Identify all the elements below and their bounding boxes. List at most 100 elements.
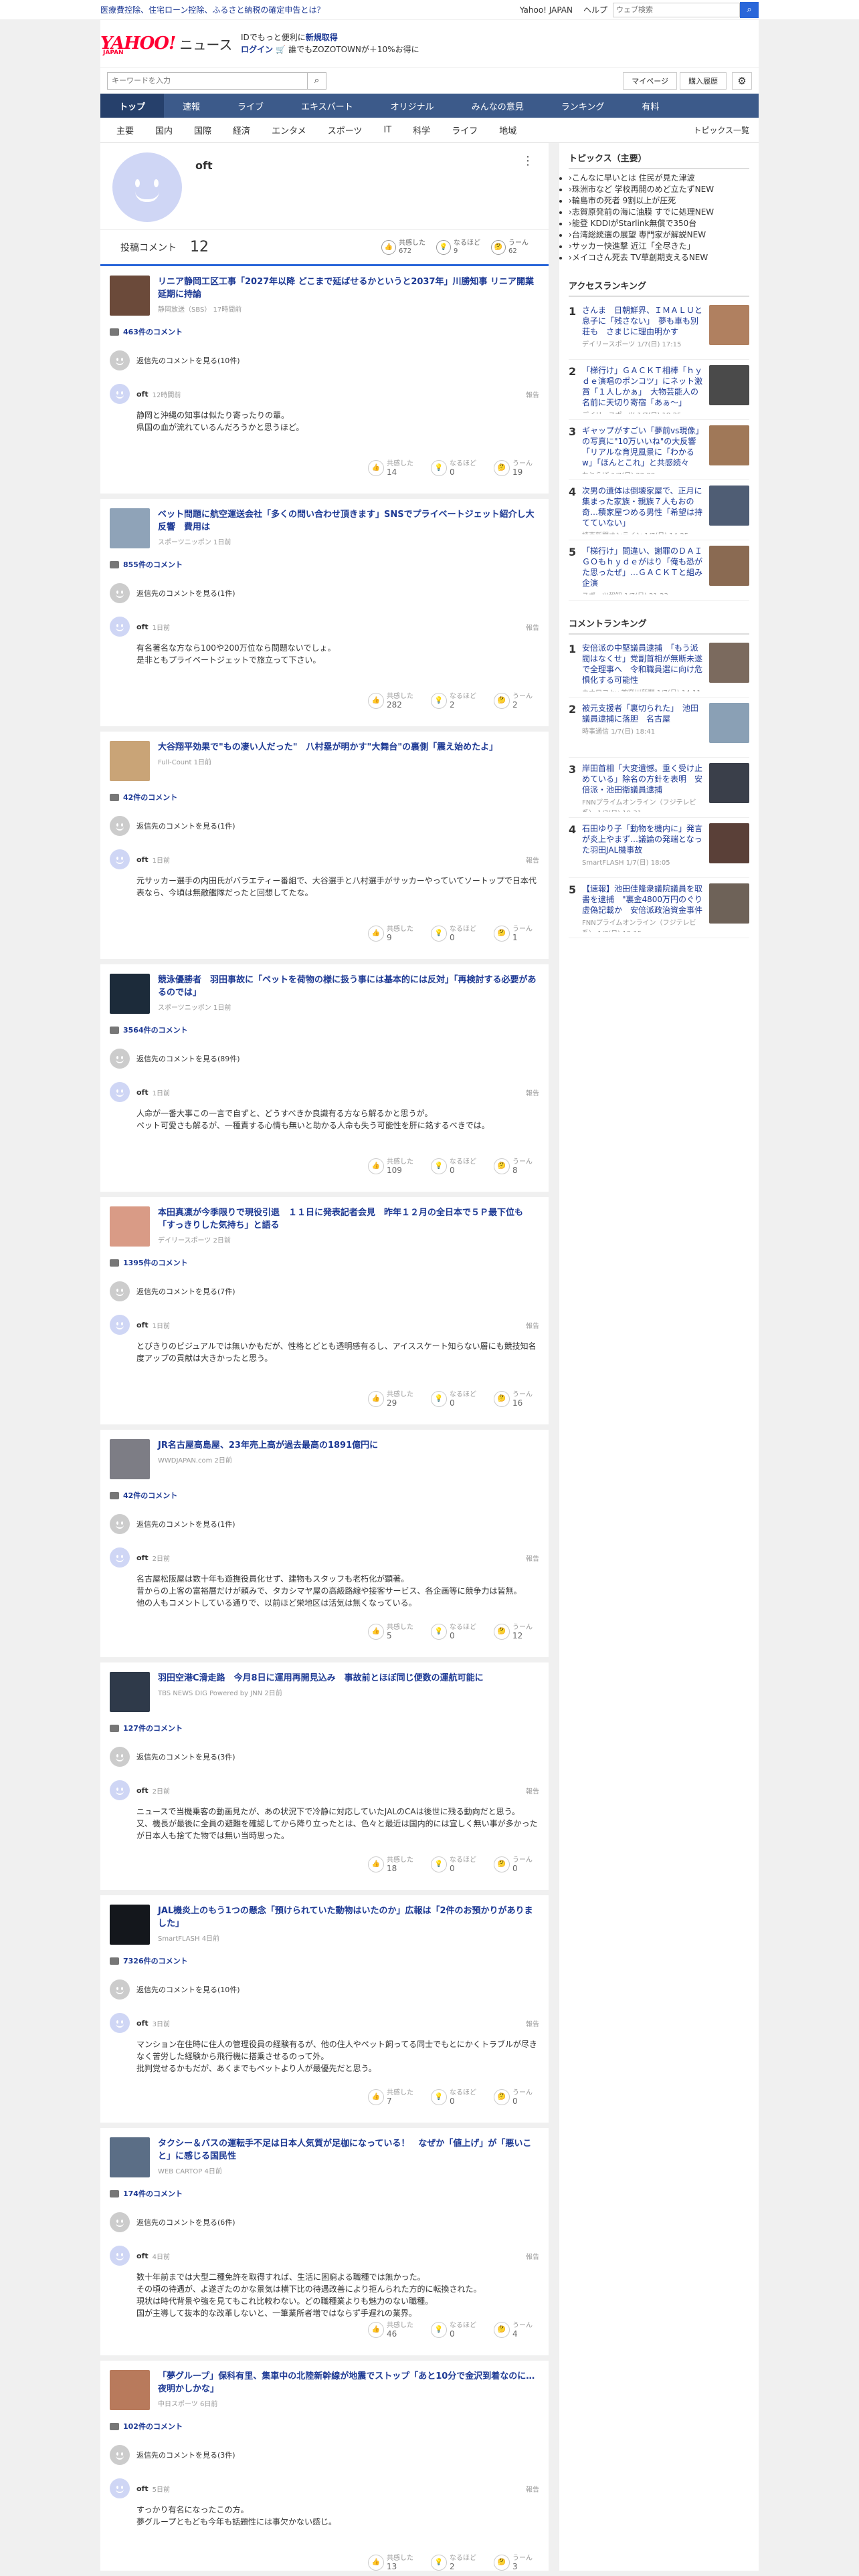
ranking-item[interactable]: 1 さんま 日朝鮮界、ＩＭＡＬＵと息子に「残さない」 夢も車も別荘も さまじに理由… bbox=[569, 300, 749, 360]
article-link[interactable]: 「夢グループ」保科有里、集車中の北陸新幹線が地震でストップ「あと10分で金沢到着… bbox=[110, 2370, 539, 2411]
comment-username[interactable]: oft bbox=[136, 1088, 149, 1097]
reaction-naruhodo-button[interactable]: 💡 なるほど 0 bbox=[431, 1158, 476, 1174]
tax-notice-link[interactable]: 医療費控除、住宅ローン控除、ふるさと納税の確定申告とは？ bbox=[100, 4, 520, 15]
view-parent-comment[interactable]: 返信先のコメントを見る (6件) bbox=[110, 2212, 539, 2232]
view-parent-comment[interactable]: 返信先のコメントを見る (89件) bbox=[110, 1049, 539, 1069]
category-it[interactable]: IT bbox=[373, 125, 402, 135]
comment-username[interactable]: oft bbox=[136, 2484, 149, 2493]
reaction-naruhodo-button[interactable]: 💡 なるほど 0 bbox=[431, 1391, 476, 1407]
category-science[interactable]: 科学 bbox=[402, 124, 441, 136]
comment-count-link[interactable]: 42件のコメント bbox=[110, 1490, 539, 1501]
reaction-uun-button[interactable]: 🤔 うーん 3 bbox=[494, 2555, 533, 2571]
nav-breaking[interactable]: 速報 bbox=[164, 94, 219, 118]
view-parent-comment[interactable]: 返信先のコメントを見る (1件) bbox=[110, 583, 539, 603]
reaction-naruhodo-button[interactable]: 💡 なるほど 0 bbox=[431, 2089, 476, 2105]
comment-username[interactable]: oft bbox=[136, 1553, 149, 1562]
reaction-uun-button[interactable]: 🤔 うーん 2 bbox=[494, 693, 533, 709]
nav-live[interactable]: ライブ bbox=[219, 94, 282, 118]
report-link[interactable]: 報告 bbox=[526, 2251, 539, 2261]
report-link[interactable]: 報告 bbox=[526, 2484, 539, 2494]
article-title[interactable]: 大谷翔平効果で"もの凄い人だった" 八村塁が明かす"大舞台"の裏側「震え始めたよ… bbox=[158, 741, 498, 754]
reaction-uun-button[interactable]: 🤔 うーん 12 bbox=[494, 1624, 533, 1640]
comment-username[interactable]: oft bbox=[136, 855, 149, 864]
comment-count-link[interactable]: 463件のコメント bbox=[110, 326, 539, 337]
article-title[interactable]: JR名古屋高島屋、23年売上高が過去最高の1891億円に bbox=[158, 1439, 378, 1452]
topic-item[interactable]: ›サッカー快進撃 近江「全尽きた」 bbox=[569, 240, 749, 251]
reaction-naruhodo-button[interactable]: 💡 なるほど 2 bbox=[431, 2555, 476, 2571]
comment-username[interactable]: oft bbox=[136, 1321, 149, 1329]
keyword-search-input[interactable] bbox=[107, 72, 308, 90]
category-world[interactable]: 国際 bbox=[183, 124, 222, 136]
ranking-item[interactable]: 2 被元支援者「裏切られた」 池田議員逮捕に落胆 名古屋 時事通信 1/7(日) 1… bbox=[569, 697, 749, 758]
signup-link[interactable]: 新規取得 bbox=[306, 33, 338, 42]
yahoo-japan-link[interactable]: Yahoo! JAPAN bbox=[520, 5, 573, 15]
article-link[interactable]: 本田真凜が今季限りで現役引退 １１日に発表記者会見 昨年１２月の全日本で５Ｐ最下… bbox=[110, 1206, 539, 1248]
nav-paid[interactable]: 有料 bbox=[623, 94, 678, 118]
category-main[interactable]: 主要 bbox=[106, 124, 145, 136]
reaction-uun-button[interactable]: 🤔 うーん 0 bbox=[494, 2089, 533, 2105]
comment-count-link[interactable]: 855件のコメント bbox=[110, 559, 539, 570]
article-title[interactable]: 競泳優勝者 羽田事故に「ペットを荷物の様に扱う事には基本的には反対」「再検討する… bbox=[158, 974, 539, 999]
reaction-naruhodo-button[interactable]: 💡 なるほど 0 bbox=[431, 1624, 476, 1640]
topic-item[interactable]: ›能登 KDDIがStarlink無償で350台 bbox=[569, 217, 749, 229]
category-life[interactable]: ライフ bbox=[441, 124, 488, 136]
topic-item[interactable]: ›輪島市の死者 9割以上が圧死 bbox=[569, 195, 749, 206]
ranking-item[interactable]: 2 「梯行け」ＧＡＣＫＴ相棒「ｈｙｄｅ演唱のポンコツ」にネット激賞「１人しかぁ」 … bbox=[569, 360, 749, 420]
reaction-uun-button[interactable]: 🤔 うーん 8 bbox=[494, 1158, 533, 1174]
comment-count-link[interactable]: 174件のコメント bbox=[110, 2188, 539, 2199]
article-title[interactable]: JAL機炎上のもう1つの懸念「預けられていた動物はいたのか」広報は「2件のお預か… bbox=[158, 1905, 539, 1930]
article-link[interactable]: JR名古屋高島屋、23年売上高が過去最高の1891億円に WWDJAPAN.com… bbox=[110, 1439, 539, 1481]
nav-opinion[interactable]: みんなの意見 bbox=[453, 94, 543, 118]
reaction-uun-button[interactable]: 🤔 うーん 0 bbox=[494, 1856, 533, 1872]
report-link[interactable]: 報告 bbox=[526, 1786, 539, 1796]
view-parent-comment[interactable]: 返信先のコメントを見る (1件) bbox=[110, 1514, 539, 1534]
nav-ranking[interactable]: ランキング bbox=[543, 94, 624, 118]
category-local[interactable]: 地域 bbox=[488, 124, 527, 136]
article-link[interactable]: JAL機炎上のもう1つの懸念「預けられていた動物はいたのか」広報は「2件のお預か… bbox=[110, 1905, 539, 1946]
report-link[interactable]: 報告 bbox=[526, 622, 539, 632]
view-parent-comment[interactable]: 返信先のコメントを見る (1件) bbox=[110, 816, 539, 836]
web-search-input[interactable] bbox=[613, 2, 740, 17]
login-link[interactable]: ログイン bbox=[241, 45, 273, 54]
article-title[interactable]: 本田真凜が今季限りで現役引退 １１日に発表記者会見 昨年１２月の全日本で５Ｐ最下… bbox=[158, 1206, 539, 1232]
ranking-item[interactable]: 5 「梯行け」問違い、謝罪のＤＡＩＧＯもｈｙｄｅがはり「俺も恐がた思ったぜ」…ＧＡ… bbox=[569, 540, 749, 601]
report-link[interactable]: 報告 bbox=[526, 389, 539, 399]
article-link[interactable]: 競泳優勝者 羽田事故に「ペットを荷物の様に扱う事には基本的には反対」「再検討する… bbox=[110, 974, 539, 1015]
reaction-naruhodo-button[interactable]: 💡 なるほど 0 bbox=[431, 460, 476, 476]
reaction-naruhodo-button[interactable]: 💡 なるほど 0 bbox=[431, 926, 476, 942]
report-link[interactable]: 報告 bbox=[526, 855, 539, 865]
more-options-icon[interactable]: ⋮ bbox=[522, 154, 534, 168]
reaction-agree-button[interactable]: 👍 共感した 7 bbox=[368, 2089, 413, 2105]
article-link[interactable]: ベット問題に航空運送会社「多くの問い合わせ頂きます」SNSでプライベートジェット… bbox=[110, 508, 539, 550]
nav-expert[interactable]: エキスパート bbox=[282, 94, 372, 118]
reaction-agree-button[interactable]: 👍 共感した 109 bbox=[368, 1158, 413, 1174]
reaction-uun-button[interactable]: 🤔 うーん 4 bbox=[494, 2322, 533, 2338]
report-link[interactable]: 報告 bbox=[526, 1320, 539, 1330]
comment-count-link[interactable]: 127件のコメント bbox=[110, 1723, 539, 1733]
comment-count-link[interactable]: 42件のコメント bbox=[110, 792, 539, 802]
ranking-item[interactable]: 5 【速報】池田佳隆衆議院議員を取書を逮捕 "裏金4800万円のぐり虚偽記載か 安… bbox=[569, 878, 749, 938]
topics-list-link[interactable]: トピックス一覧 bbox=[693, 124, 753, 136]
ranking-item[interactable]: 4 石田ゆり子「動物を機内に」発言が炎上やまず…議論の発端となった羽田JAL機事故… bbox=[569, 818, 749, 878]
reaction-agree-button[interactable]: 👍 共感した 14 bbox=[368, 460, 413, 476]
comment-username[interactable]: oft bbox=[136, 2019, 149, 2028]
report-link[interactable]: 報告 bbox=[526, 1087, 539, 1097]
view-parent-comment[interactable]: 返信先のコメントを見る (7件) bbox=[110, 1281, 539, 1301]
comment-username[interactable]: oft bbox=[136, 2252, 149, 2260]
reaction-naruhodo-button[interactable]: 💡 なるほど 0 bbox=[431, 1856, 476, 1872]
article-title[interactable]: ベット問題に航空運送会社「多くの問い合わせ頂きます」SNSでプライベートジェット… bbox=[158, 508, 539, 534]
gear-icon[interactable]: ⚙ bbox=[732, 72, 752, 90]
mypage-button[interactable]: マイページ bbox=[623, 72, 677, 90]
reaction-uun-button[interactable]: 🤔 うーん 19 bbox=[494, 460, 533, 476]
comment-count-link[interactable]: 3564件のコメント bbox=[110, 1025, 539, 1035]
reaction-agree-button[interactable]: 👍 共感した 9 bbox=[368, 926, 413, 942]
search-icon[interactable]: ⌕ bbox=[740, 1, 759, 18]
nav-original[interactable]: オリジナル bbox=[372, 94, 453, 118]
report-link[interactable]: 報告 bbox=[526, 2018, 539, 2028]
article-link[interactable]: リニア静岡工区工事「2027年以降 どこまで延ばせるかというと2037年」川勝知… bbox=[110, 276, 539, 317]
view-parent-comment[interactable]: 返信先のコメントを見る (3件) bbox=[110, 2445, 539, 2465]
category-sports[interactable]: スポーツ bbox=[317, 124, 373, 136]
category-domestic[interactable]: 国内 bbox=[145, 124, 183, 136]
yahoo-news-logo[interactable]: YAHOO! JAPAN ニュース bbox=[100, 27, 241, 60]
view-parent-comment[interactable]: 返信先のコメントを見る (10件) bbox=[110, 1979, 539, 2000]
